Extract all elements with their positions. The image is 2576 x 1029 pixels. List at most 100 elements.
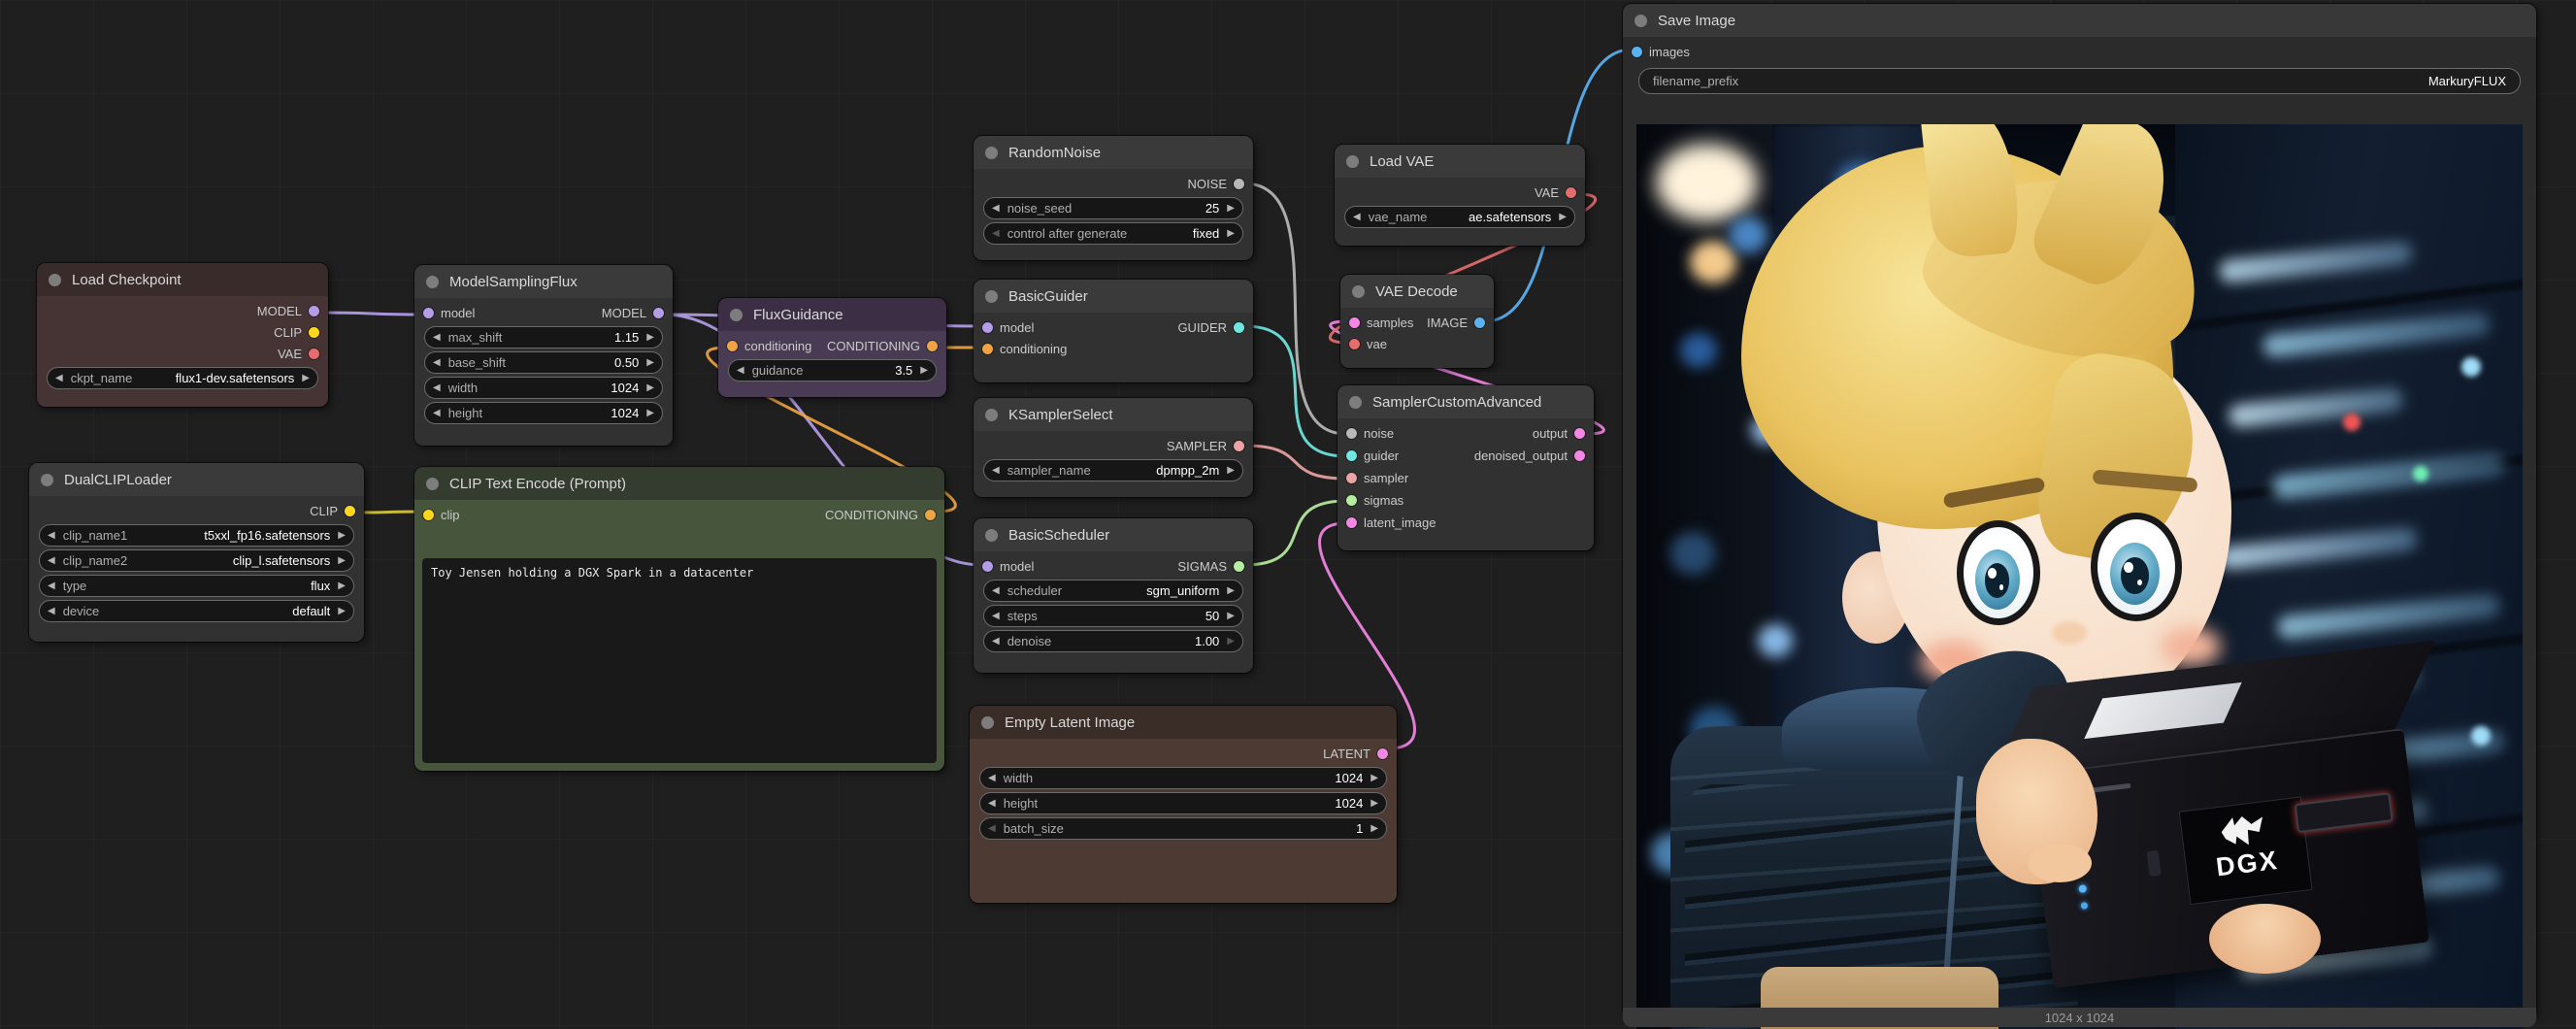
steps-widget[interactable]: ◀steps50▶ — [983, 605, 1243, 627]
noise-seed-widget[interactable]: ◀noise_seed25▶ — [983, 197, 1243, 219]
collapse-dot-icon[interactable] — [730, 309, 743, 321]
node-header[interactable]: VAE Decode — [1340, 275, 1494, 308]
increment-arrow-icon[interactable]: ▶ — [302, 374, 310, 383]
output-port-clip[interactable] — [345, 506, 355, 516]
decrement-arrow-icon[interactable]: ◀ — [992, 466, 1000, 476]
input-port-guider[interactable] — [1346, 450, 1357, 461]
width-widget[interactable]: ◀width1024▶ — [424, 377, 663, 399]
decrement-arrow-icon[interactable]: ◀ — [992, 229, 1000, 239]
output-port-guider[interactable] — [1234, 322, 1244, 333]
collapse-dot-icon[interactable] — [985, 409, 998, 421]
node-dual-clip-loader[interactable]: DualCLIPLoader CLIP ◀clip_name1t5xxl_fp1… — [29, 463, 364, 642]
input-port-sigmas[interactable] — [1346, 495, 1357, 506]
increment-arrow-icon[interactable]: ▶ — [920, 366, 928, 376]
decrement-arrow-icon[interactable]: ◀ — [433, 409, 441, 418]
guidance-widget[interactable]: ◀guidance3.5▶ — [728, 359, 937, 382]
node-header[interactable]: ModelSamplingFlux — [414, 265, 673, 298]
output-port-clip[interactable] — [309, 327, 319, 338]
increment-arrow-icon[interactable]: ▶ — [338, 531, 346, 541]
increment-arrow-icon[interactable]: ▶ — [646, 333, 654, 343]
collapse-dot-icon[interactable] — [41, 474, 53, 486]
increment-arrow-icon[interactable]: ▶ — [1559, 213, 1567, 222]
node-graph-canvas[interactable]: Load Checkpoint MODEL CLIP VAE ◀ ckpt_na… — [0, 0, 2576, 1029]
node-header[interactable]: SamplerCustomAdvanced — [1338, 385, 1594, 418]
node-load-vae[interactable]: Load VAE VAE ◀vae_nameae.safetensors▶ — [1335, 145, 1585, 246]
node-ksampler-select[interactable]: KSamplerSelect SAMPLER ◀sampler_namedpmp… — [974, 398, 1253, 497]
output-port-image[interactable] — [1474, 317, 1485, 328]
output-port-vae[interactable] — [1566, 187, 1576, 198]
collapse-dot-icon[interactable] — [985, 147, 998, 159]
increment-arrow-icon[interactable]: ▶ — [1227, 466, 1235, 476]
collapse-dot-icon[interactable] — [426, 276, 439, 288]
increment-arrow-icon[interactable]: ▶ — [646, 409, 654, 418]
base-shift-widget[interactable]: ◀base_shift0.50▶ — [424, 351, 663, 374]
decrement-arrow-icon[interactable]: ◀ — [48, 556, 55, 566]
input-port-samples[interactable] — [1349, 317, 1360, 328]
max-shift-widget[interactable]: ◀max_shift1.15▶ — [424, 326, 663, 349]
device-widget[interactable]: ◀devicedefault▶ — [39, 600, 354, 622]
control-after-generate-widget[interactable]: ◀control after generatefixed▶ — [983, 222, 1243, 245]
node-header[interactable]: FluxGuidance — [718, 298, 946, 331]
generated-image-preview[interactable]: DGX — [1636, 124, 2523, 1029]
scheduler-widget[interactable]: ◀schedulersgm_uniform▶ — [983, 580, 1243, 602]
batch-size-widget[interactable]: ◀batch_size1▶ — [979, 817, 1387, 840]
node-header[interactable]: Save Image — [1623, 4, 2536, 37]
clip-name1-widget[interactable]: ◀clip_name1t5xxl_fp16.safetensors▶ — [39, 524, 354, 547]
node-sampler-custom-advanced[interactable]: SamplerCustomAdvanced noise output guide… — [1338, 385, 1594, 550]
output-port-latent[interactable] — [1377, 748, 1388, 759]
decrement-arrow-icon[interactable]: ◀ — [433, 333, 441, 343]
node-clip-text-encode[interactable]: CLIP Text Encode (Prompt) clip CONDITION… — [414, 467, 944, 771]
width-widget[interactable]: ◀width1024▶ — [979, 767, 1387, 789]
input-port-vae[interactable] — [1349, 339, 1360, 349]
filename-prefix-widget[interactable]: filename_prefix MarkuryFLUX — [1638, 68, 2521, 94]
node-empty-latent-image[interactable]: Empty Latent Image LATENT ◀width1024▶ ◀h… — [970, 706, 1397, 903]
decrement-arrow-icon[interactable]: ◀ — [992, 612, 1000, 621]
node-basic-guider[interactable]: BasicGuider model GUIDER conditioning — [974, 280, 1253, 382]
node-save-image[interactable]: Save Image images filename_prefix Markur… — [1623, 4, 2536, 1017]
increment-arrow-icon[interactable]: ▶ — [1227, 204, 1235, 214]
output-port-output[interactable] — [1574, 428, 1585, 439]
decrement-arrow-icon[interactable]: ◀ — [433, 358, 441, 368]
increment-arrow-icon[interactable]: ▶ — [1227, 229, 1235, 239]
decrement-arrow-icon[interactable]: ◀ — [988, 799, 996, 809]
collapse-dot-icon[interactable] — [1346, 155, 1359, 168]
collapse-dot-icon[interactable] — [1352, 285, 1365, 298]
output-port-model[interactable] — [653, 308, 664, 318]
node-header[interactable]: Empty Latent Image — [970, 706, 1397, 739]
node-random-noise[interactable]: RandomNoise NOISE ◀noise_seed25▶ ◀contro… — [974, 136, 1253, 260]
output-port-conditioning[interactable] — [925, 510, 936, 520]
height-widget[interactable]: ◀height1024▶ — [979, 792, 1387, 814]
vae-name-widget[interactable]: ◀vae_nameae.safetensors▶ — [1344, 206, 1575, 228]
node-vae-decode[interactable]: VAE Decode samples IMAGE vae — [1340, 275, 1494, 368]
decrement-arrow-icon[interactable]: ◀ — [48, 607, 55, 616]
decrement-arrow-icon[interactable]: ◀ — [433, 383, 441, 393]
increment-arrow-icon[interactable]: ▶ — [1227, 586, 1235, 596]
output-port-denoised-output[interactable] — [1574, 450, 1585, 461]
node-model-sampling-flux[interactable]: ModelSamplingFlux model MODEL ◀max_shift… — [414, 265, 673, 446]
node-header[interactable]: CLIP Text Encode (Prompt) — [414, 467, 944, 500]
input-port-model[interactable] — [982, 322, 993, 333]
input-port-latent-image[interactable] — [1346, 517, 1357, 528]
increment-arrow-icon[interactable]: ▶ — [338, 581, 346, 591]
decrement-arrow-icon[interactable]: ◀ — [48, 581, 55, 591]
input-port-images[interactable] — [1632, 47, 1642, 57]
output-port-model[interactable] — [309, 306, 319, 316]
node-header[interactable]: DualCLIPLoader — [29, 463, 364, 496]
decrement-arrow-icon[interactable]: ◀ — [55, 374, 63, 383]
node-flux-guidance[interactable]: FluxGuidance conditioning CONDITIONING ◀… — [718, 298, 946, 397]
input-port-conditioning[interactable] — [727, 341, 738, 351]
increment-arrow-icon[interactable]: ▶ — [1371, 799, 1378, 809]
collapse-dot-icon[interactable] — [426, 478, 439, 490]
node-header[interactable]: KSamplerSelect — [974, 398, 1253, 431]
decrement-arrow-icon[interactable]: ◀ — [992, 586, 1000, 596]
input-port-model[interactable] — [423, 308, 434, 318]
collapse-dot-icon[interactable] — [1349, 396, 1362, 409]
increment-arrow-icon[interactable]: ▶ — [338, 556, 346, 566]
ckpt-name-widget[interactable]: ◀ ckpt_name flux1-dev.safetensors ▶ — [47, 367, 318, 389]
increment-arrow-icon[interactable]: ▶ — [1227, 612, 1235, 621]
clip-name2-widget[interactable]: ◀clip_name2clip_l.safetensors▶ — [39, 549, 354, 572]
decrement-arrow-icon[interactable]: ◀ — [992, 637, 1000, 647]
node-header[interactable]: BasicScheduler — [974, 518, 1253, 551]
increment-arrow-icon[interactable]: ▶ — [1371, 824, 1378, 834]
collapse-dot-icon[interactable] — [49, 274, 61, 286]
